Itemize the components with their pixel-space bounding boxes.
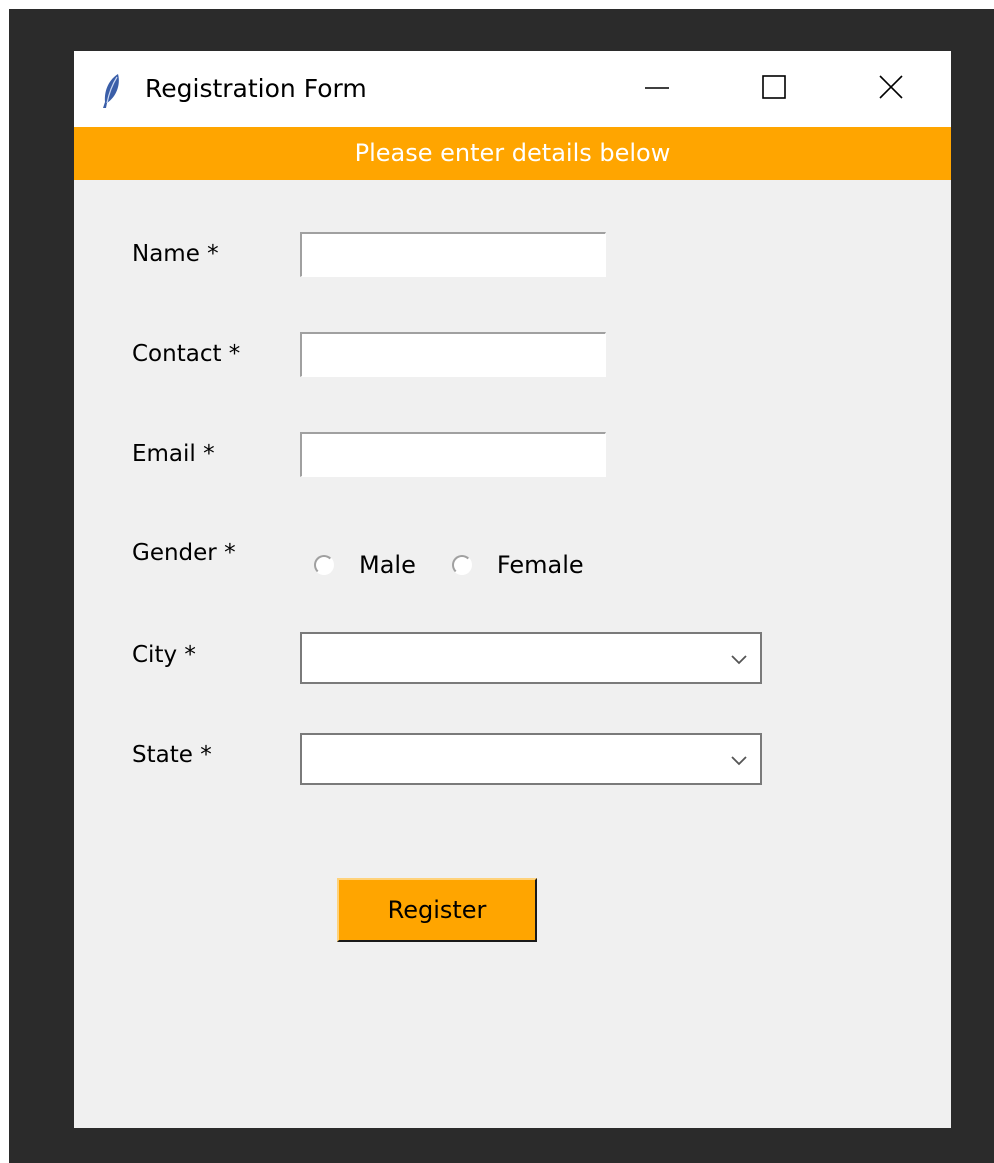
maximize-button[interactable] (714, 51, 834, 127)
city-label: City * (132, 642, 196, 668)
state-combobox[interactable] (300, 733, 762, 785)
email-label: Email * (132, 441, 215, 467)
gender-label: Gender * (132, 540, 236, 566)
gender-male-option[interactable]: Male (314, 550, 416, 580)
close-button[interactable] (831, 51, 951, 127)
instruction-banner: Please enter details below (74, 127, 951, 180)
register-button[interactable]: Register (337, 878, 537, 942)
title-bar[interactable]: Registration Form (74, 51, 951, 127)
chevron-down-icon[interactable] (730, 752, 748, 766)
male-radio-label: Male (359, 551, 416, 579)
male-radio-button[interactable] (314, 555, 334, 575)
contact-input[interactable] (300, 332, 606, 377)
email-input[interactable] (300, 432, 606, 477)
minimize-icon (645, 75, 669, 103)
female-radio-button[interactable] (451, 555, 472, 575)
window-title: Registration Form (145, 74, 367, 103)
chevron-down-icon[interactable] (730, 651, 748, 665)
maximize-icon (762, 75, 786, 103)
name-label: Name * (132, 241, 219, 267)
minimize-button[interactable] (597, 51, 717, 127)
gender-radio-group: Male Female (314, 548, 620, 582)
feather-icon (100, 73, 122, 109)
name-input[interactable] (300, 232, 606, 277)
female-radio-label: Female (496, 551, 584, 579)
state-label: State * (132, 742, 212, 768)
close-icon (879, 75, 903, 103)
registration-window: Registration Form Please enter details b… (74, 51, 951, 1128)
city-combobox[interactable] (300, 632, 762, 684)
gender-female-option[interactable]: Female (451, 550, 584, 580)
contact-label: Contact * (132, 341, 241, 367)
